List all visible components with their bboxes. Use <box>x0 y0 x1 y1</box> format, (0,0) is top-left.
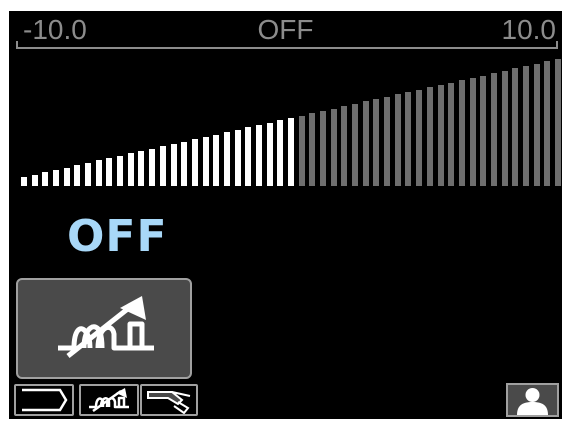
level-bar <box>21 177 27 186</box>
level-bar <box>138 151 144 186</box>
level-bar <box>544 61 550 186</box>
level-bar <box>192 139 198 186</box>
level-bar <box>299 116 305 186</box>
level-bar <box>309 113 315 186</box>
level-bar <box>491 73 497 186</box>
level-bar <box>160 146 166 186</box>
user-profile-button[interactable] <box>506 383 559 417</box>
level-bar <box>224 132 230 186</box>
level-bar <box>331 109 337 186</box>
level-bar <box>181 142 187 186</box>
level-bar <box>106 158 112 186</box>
level-bar <box>427 87 433 186</box>
level-bar <box>32 175 38 186</box>
level-bar <box>480 76 486 186</box>
level-bar <box>470 78 476 186</box>
level-bar <box>373 99 379 186</box>
arc-control-icon <box>89 388 129 413</box>
tab-arc-control[interactable] <box>79 384 139 416</box>
level-bar <box>512 68 518 186</box>
welding-torch-icon <box>147 391 191 414</box>
level-bar <box>256 125 262 186</box>
level-bar <box>523 66 529 186</box>
level-bar <box>213 135 219 186</box>
level-bar <box>203 137 209 186</box>
tab-back[interactable] <box>14 384 74 416</box>
level-bar <box>42 172 48 186</box>
level-bar <box>96 160 102 186</box>
level-bar <box>405 92 411 186</box>
level-bar <box>352 104 358 186</box>
user-profile-icon <box>517 388 548 415</box>
level-bar <box>53 170 59 186</box>
level-bar <box>395 94 401 186</box>
level-bar <box>149 149 155 186</box>
level-bar <box>438 85 444 186</box>
level-bar <box>320 111 326 186</box>
level-bar <box>555 59 561 186</box>
level-bar <box>235 130 241 186</box>
tab-welding-torch[interactable] <box>140 384 198 416</box>
level-bar <box>448 83 454 186</box>
level-bar <box>502 71 508 186</box>
level-bar <box>245 127 251 186</box>
arc-control-button[interactable] <box>16 278 192 379</box>
level-bar <box>128 153 134 186</box>
status-value: OFF <box>67 211 168 262</box>
level-bar <box>85 163 91 186</box>
level-bar <box>416 90 422 186</box>
level-bar <box>74 165 80 186</box>
level-bar <box>277 120 283 186</box>
level-bar <box>64 168 70 186</box>
level-bar <box>267 123 273 186</box>
arc-control-icon <box>58 296 154 358</box>
back-arrow-icon <box>22 388 68 412</box>
display-screen: -10.0 OFF 10.0 OFF <box>9 11 562 419</box>
level-bar <box>171 144 177 186</box>
level-bar <box>341 106 347 186</box>
level-bar-graph <box>9 11 562 191</box>
level-bar <box>117 156 123 186</box>
level-bar <box>459 80 465 186</box>
level-bar <box>288 118 294 186</box>
level-bar <box>384 97 390 186</box>
level-bar <box>363 101 369 186</box>
level-bar <box>534 64 540 186</box>
